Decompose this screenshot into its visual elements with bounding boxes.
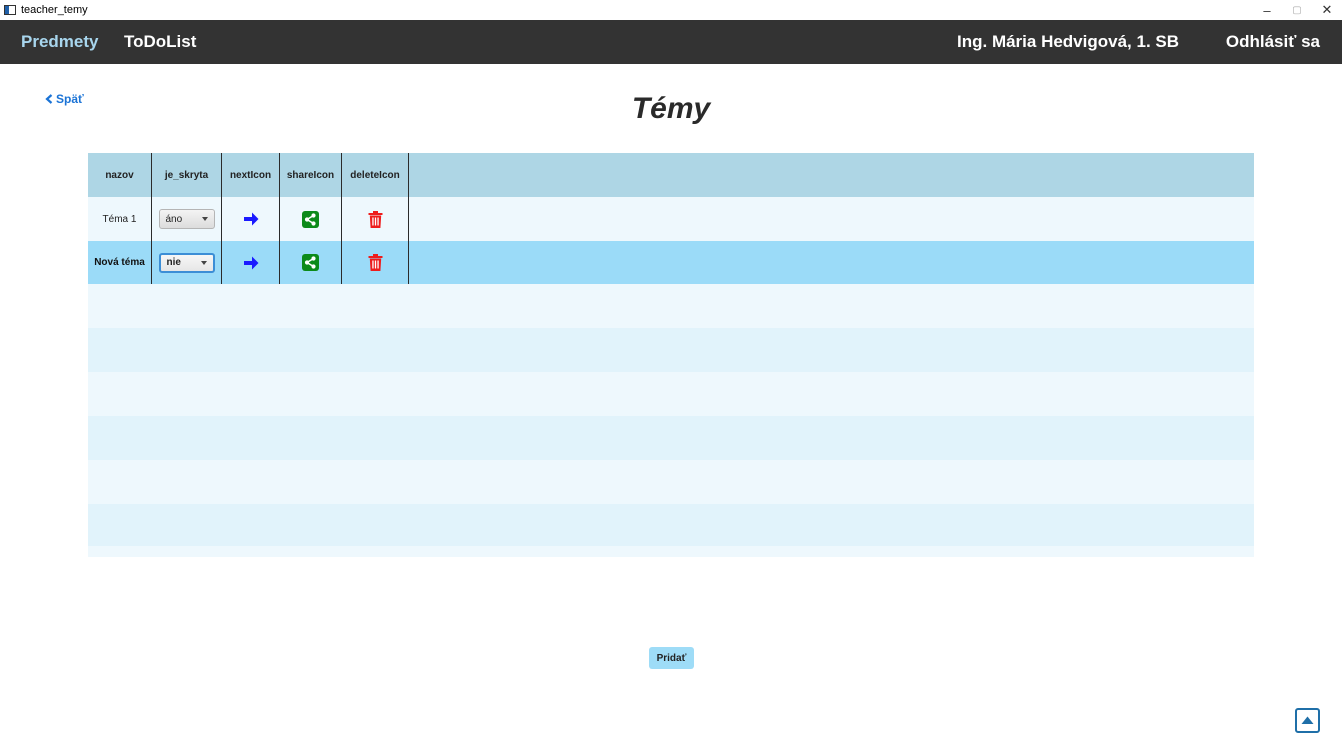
window-controls: – ▢ ✕ bbox=[1252, 0, 1342, 20]
empty-row bbox=[88, 546, 1254, 557]
table-row-selected[interactable]: Nová téma nie bbox=[88, 241, 1254, 284]
table-header: nazov je_skryta nextIcon shareIcon delet… bbox=[88, 153, 1254, 197]
arrow-right-icon[interactable] bbox=[242, 254, 260, 272]
trash-icon[interactable] bbox=[368, 210, 383, 228]
add-topic-button[interactable]: Pridať bbox=[649, 647, 694, 669]
column-header-share[interactable]: shareIcon bbox=[280, 153, 342, 197]
arrow-right-icon[interactable] bbox=[242, 210, 260, 228]
share-icon[interactable] bbox=[302, 210, 319, 228]
dropdown-caret-icon bbox=[201, 217, 208, 221]
hidden-select-value: áno bbox=[165, 213, 183, 225]
close-button[interactable]: ✕ bbox=[1312, 0, 1342, 20]
nav-todolist[interactable]: ToDoList bbox=[124, 32, 196, 52]
empty-row bbox=[88, 416, 1254, 460]
empty-row bbox=[88, 504, 1254, 546]
page-title: Témy bbox=[631, 92, 711, 125]
next-cell bbox=[222, 197, 280, 241]
next-cell bbox=[222, 241, 280, 284]
delete-cell bbox=[342, 241, 409, 284]
app-icon bbox=[4, 5, 16, 15]
window-titlebar: teacher_temy – ▢ ✕ bbox=[0, 0, 1342, 20]
empty-row bbox=[88, 328, 1254, 372]
hidden-select[interactable]: nie bbox=[158, 252, 215, 273]
dropdown-caret-icon bbox=[200, 260, 207, 265]
column-header-next[interactable]: nextIcon bbox=[222, 153, 280, 197]
hidden-select[interactable]: áno bbox=[158, 209, 215, 229]
nav-user-name: Ing. Mária Hedvigová, 1. SB bbox=[957, 32, 1180, 51]
table-row[interactable]: Téma 1 áno bbox=[88, 197, 1254, 241]
hidden-cell: áno bbox=[152, 197, 222, 241]
column-header-filler bbox=[409, 153, 1254, 197]
row-filler bbox=[409, 241, 1254, 284]
share-cell bbox=[280, 241, 342, 284]
column-header-nazov[interactable]: nazov bbox=[88, 153, 152, 197]
scroll-top-icon[interactable] bbox=[1295, 708, 1320, 733]
maximize-button[interactable]: ▢ bbox=[1282, 0, 1312, 20]
logout-link[interactable]: Odhlásiť sa bbox=[1226, 32, 1320, 52]
empty-row bbox=[88, 460, 1254, 504]
row-filler bbox=[409, 197, 1254, 241]
hidden-cell: nie bbox=[152, 241, 222, 284]
empty-row bbox=[88, 372, 1254, 416]
delete-cell bbox=[342, 197, 409, 241]
topic-name: Téma 1 bbox=[88, 197, 152, 241]
hidden-select-value: nie bbox=[166, 257, 181, 268]
column-header-je-skryta[interactable]: je_skryta bbox=[152, 153, 222, 197]
empty-row bbox=[88, 284, 1254, 328]
topic-name: Nová téma bbox=[88, 241, 152, 284]
top-navbar: Predmety ToDoList Ing. Mária Hedvigová, … bbox=[0, 20, 1342, 64]
minimize-button[interactable]: – bbox=[1252, 0, 1282, 20]
topics-table: nazov je_skryta nextIcon shareIcon delet… bbox=[88, 153, 1254, 557]
share-icon[interactable] bbox=[302, 254, 319, 271]
trash-icon[interactable] bbox=[368, 254, 383, 271]
window-title: teacher_temy bbox=[21, 4, 88, 16]
column-header-delete[interactable]: deleteIcon bbox=[342, 153, 409, 197]
nav-predmety[interactable]: Predmety bbox=[21, 32, 98, 52]
share-cell bbox=[280, 197, 342, 241]
